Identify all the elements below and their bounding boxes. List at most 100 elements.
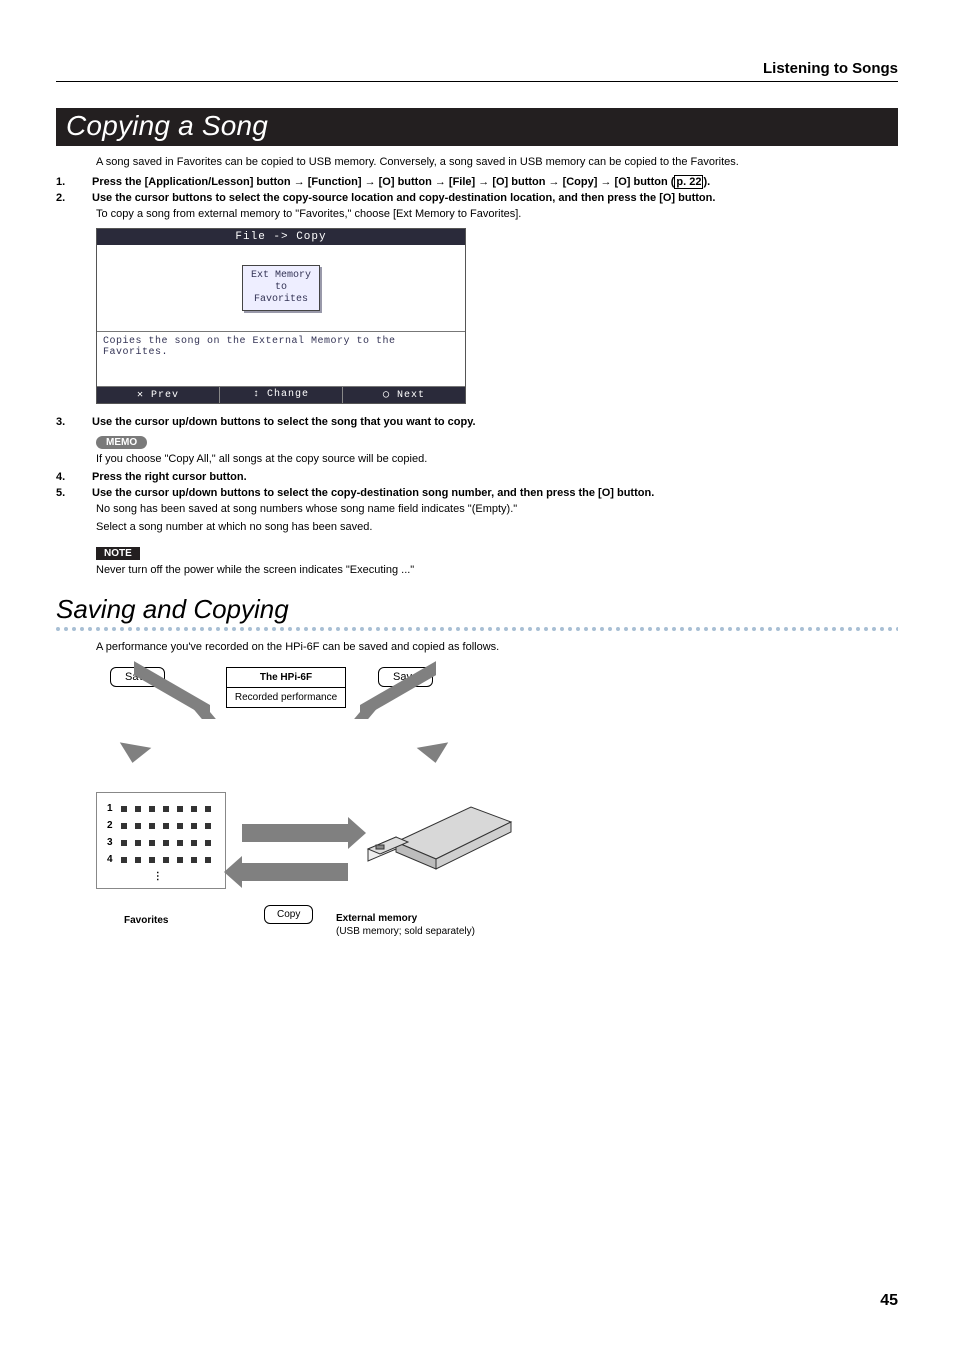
text: External memory bbox=[336, 913, 417, 924]
square-icon bbox=[163, 823, 169, 829]
square-icon bbox=[205, 806, 211, 812]
note-badge: NOTE bbox=[96, 547, 140, 560]
step-5-sub1: No song has been saved at song numbers w… bbox=[96, 503, 898, 515]
text: Ext Memory bbox=[251, 270, 311, 282]
square-icon bbox=[135, 840, 141, 846]
square-icon bbox=[177, 823, 183, 829]
heading-copying-a-song: Copying a Song bbox=[56, 108, 898, 146]
text: [O] button bbox=[379, 176, 435, 188]
square-icon bbox=[177, 857, 183, 863]
step-text: Use the cursor up/down buttons to select… bbox=[92, 487, 898, 499]
text: [Copy] bbox=[563, 176, 601, 188]
intro-text: A song saved in Favorites can be copied … bbox=[96, 156, 898, 168]
step-text: Use the cursor buttons to select the cop… bbox=[92, 192, 898, 204]
step-3: 3. Use the cursor up/down buttons to sel… bbox=[56, 416, 898, 428]
square-icon bbox=[149, 857, 155, 863]
text: [O] button ( bbox=[615, 176, 675, 188]
arrow-icon: → bbox=[549, 176, 560, 188]
square-icon bbox=[135, 857, 141, 863]
square-icon bbox=[177, 840, 183, 846]
square-icon bbox=[163, 840, 169, 846]
row-num: 4 bbox=[107, 854, 113, 865]
square-icon bbox=[205, 840, 211, 846]
text: Change bbox=[267, 389, 309, 400]
updown-icon: ↕ bbox=[253, 389, 260, 400]
step-text: Press the right cursor button. bbox=[92, 471, 898, 483]
text: (USB memory; sold separately) bbox=[336, 926, 475, 937]
square-icon bbox=[191, 840, 197, 846]
row-num: 3 bbox=[107, 837, 113, 848]
device-screenshot: File -> Copy Ext Memory to Favorites Cop… bbox=[96, 228, 466, 404]
step-2: 2. Use the cursor buttons to select the … bbox=[56, 192, 898, 204]
square-icon bbox=[149, 823, 155, 829]
text: Press the [Application/Lesson] button bbox=[92, 176, 294, 188]
square-icon bbox=[121, 840, 127, 846]
arrow-icon: → bbox=[600, 176, 611, 188]
list-row: 1 bbox=[107, 803, 211, 814]
square-icon bbox=[149, 806, 155, 812]
list-row: 4 bbox=[107, 854, 211, 865]
square-icon bbox=[163, 806, 169, 812]
text: [Function] bbox=[308, 176, 365, 188]
text: [O] button bbox=[492, 176, 548, 188]
arrow-icon: → bbox=[435, 176, 446, 188]
square-icon bbox=[191, 806, 197, 812]
save-copy-diagram: Save Save The HPi-6F Recorded performanc… bbox=[96, 667, 616, 947]
arrow-head-icon bbox=[117, 742, 152, 765]
screen-title: File -> Copy bbox=[97, 229, 465, 245]
performance-box: The HPi-6F Recorded performance bbox=[226, 667, 346, 708]
step-4: 4. Press the right cursor button. bbox=[56, 471, 898, 483]
step-5-sub2: Select a song number at which no song ha… bbox=[96, 521, 898, 533]
step-number: 2. bbox=[56, 192, 74, 204]
step-2-sub: To copy a song from external memory to "… bbox=[96, 208, 898, 220]
square-icon bbox=[191, 857, 197, 863]
screen-description: Copies the song on the External Memory t… bbox=[97, 331, 465, 387]
note-text: Never turn off the power while the scree… bbox=[96, 564, 898, 576]
arrow-icon: → bbox=[365, 176, 376, 188]
list-row: 2 bbox=[107, 820, 211, 831]
ellipsis-icon: ⋮ bbox=[107, 871, 211, 882]
breadcrumb: Listening to Songs bbox=[56, 60, 898, 82]
memo-badge: MEMO bbox=[96, 436, 147, 449]
step-number: 4. bbox=[56, 471, 74, 483]
text: to bbox=[251, 282, 311, 294]
footer-next: ◯ Next bbox=[343, 387, 465, 403]
square-icon bbox=[149, 840, 155, 846]
perf-title: The HPi-6F bbox=[227, 668, 345, 688]
favorites-list: 1 2 3 4 ⋮ bbox=[96, 792, 226, 889]
row-num: 1 bbox=[107, 803, 113, 814]
heading-saving-and-copying: Saving and Copying bbox=[56, 594, 898, 625]
text: ). bbox=[703, 176, 710, 188]
step-5: 5. Use the cursor up/down buttons to sel… bbox=[56, 487, 898, 499]
step-number: 5. bbox=[56, 487, 74, 499]
arrow-head-icon bbox=[417, 742, 452, 765]
perf-body: Recorded performance bbox=[227, 688, 345, 707]
page-link[interactable]: p. 22 bbox=[674, 175, 703, 189]
step-3-sub: If you choose "Copy All," all songs at t… bbox=[96, 453, 898, 465]
arrow-icon: → bbox=[478, 176, 489, 188]
external-memory-label: External memory (USB memory; sold separa… bbox=[336, 912, 475, 938]
square-icon bbox=[205, 823, 211, 829]
arrow-line bbox=[134, 661, 210, 719]
arrow-head-icon bbox=[224, 856, 242, 888]
favorites-label: Favorites bbox=[124, 915, 168, 926]
footer-prev: ✕ Prev bbox=[97, 387, 220, 403]
step-number: 1. bbox=[56, 176, 74, 188]
square-icon bbox=[205, 857, 211, 863]
arrow-line bbox=[242, 824, 348, 842]
row-num: 2 bbox=[107, 820, 113, 831]
usb-drive-icon bbox=[356, 787, 516, 877]
h2-sub: A performance you've recorded on the HPi… bbox=[96, 641, 898, 653]
step-text: Use the cursor up/down buttons to select… bbox=[92, 416, 898, 428]
square-icon bbox=[191, 823, 197, 829]
dotted-rule bbox=[56, 627, 898, 633]
square-icon bbox=[135, 823, 141, 829]
text: Favorites bbox=[251, 294, 311, 306]
square-icon bbox=[121, 823, 127, 829]
square-icon bbox=[177, 806, 183, 812]
arrow-icon: → bbox=[294, 176, 305, 188]
copy-label: Copy bbox=[264, 905, 313, 924]
screen-footer: ✕ Prev ↕ Change ◯ Next bbox=[97, 387, 465, 403]
step-1: 1. Press the [Application/Lesson] button… bbox=[56, 176, 898, 188]
square-icon bbox=[121, 806, 127, 812]
